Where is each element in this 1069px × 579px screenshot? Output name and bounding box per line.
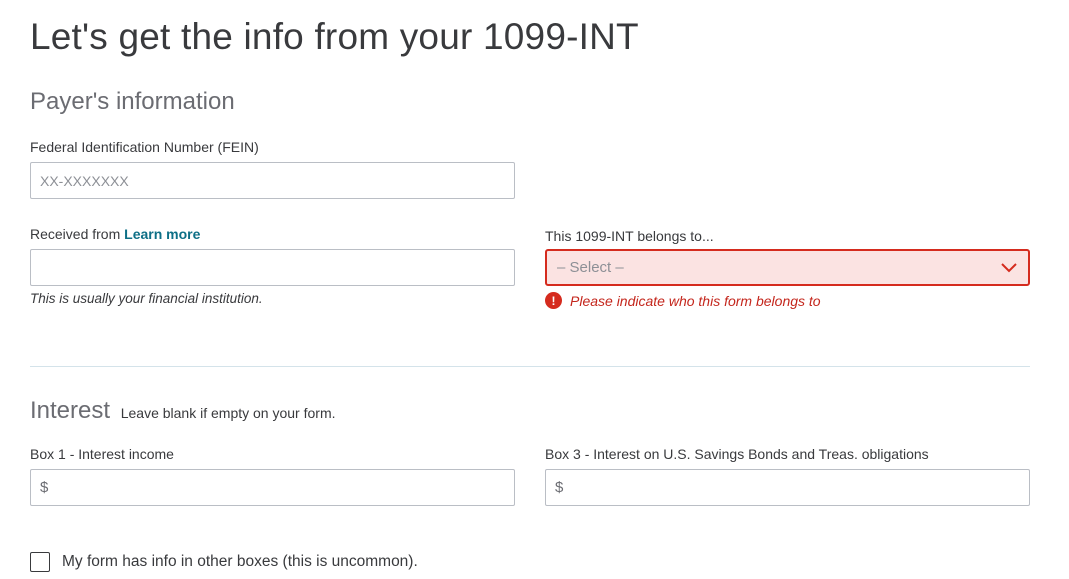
fein-label: Federal Identification Number (FEIN): [30, 139, 259, 155]
other-boxes-label[interactable]: My form has info in other boxes (this is…: [62, 553, 418, 571]
box1-label: Box 1 - Interest income: [30, 446, 174, 462]
box3-label: Box 3 - Interest on U.S. Savings Bonds a…: [545, 446, 929, 462]
belongs-to-label: This 1099-INT belongs to...: [545, 228, 714, 244]
received-from-label-row: Received from Learn more: [30, 226, 200, 242]
fein-input[interactable]: [30, 162, 515, 199]
other-boxes-row[interactable]: My form has info in other boxes (this is…: [30, 552, 418, 572]
page-title: Let's get the info from your 1099-INT: [30, 16, 639, 57]
received-from-label: Received from: [30, 226, 121, 242]
belongs-to-select[interactable]: – Select –: [545, 249, 1030, 286]
box3-dollar-prefix: $: [555, 479, 564, 496]
belongs-to-selected-value: – Select –: [557, 259, 624, 276]
box1-input[interactable]: [52, 470, 514, 505]
chevron-down-icon: [1001, 262, 1017, 272]
box1-dollar-prefix: $: [40, 479, 49, 496]
received-from-hint: This is usually your financial instituti…: [30, 291, 263, 306]
error-icon: !: [545, 292, 562, 309]
box1-field[interactable]: $: [30, 469, 515, 506]
other-boxes-checkbox[interactable]: [30, 552, 50, 572]
interest-section-title: Interest: [30, 397, 111, 424]
box3-input[interactable]: [567, 470, 1029, 505]
interest-section-subtitle: Leave blank if empty on your form.: [120, 405, 336, 421]
belongs-to-error: ! Please indicate who this form belongs …: [545, 292, 821, 309]
interest-section-title-row: Interest Leave blank if empty on your fo…: [30, 397, 336, 425]
section-divider: [30, 366, 1030, 367]
belongs-to-error-text: Please indicate who this form belongs to: [570, 292, 821, 309]
payer-section-title: Payer's information: [30, 88, 235, 115]
learn-more-link[interactable]: Learn more: [124, 226, 200, 242]
box3-field[interactable]: $: [545, 469, 1030, 506]
received-from-input[interactable]: [30, 249, 515, 286]
